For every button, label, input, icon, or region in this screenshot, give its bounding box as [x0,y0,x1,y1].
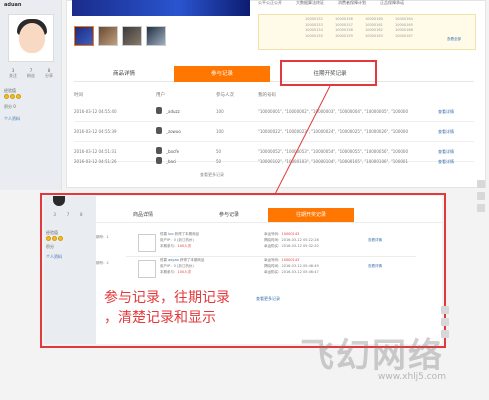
thumbnail-3[interactable] [122,26,142,46]
guarantee-link-fair[interactable]: 公平公正公开 [258,0,282,6]
lucky-code: 幸运号码：10000143 [264,232,300,236]
user-icon [156,127,162,134]
stat-following[interactable]: 3 关注 [9,68,17,79]
participation-count: 本期参与：100人次 [160,270,192,274]
highlight-box-past-draws [280,60,377,86]
avatar[interactable] [8,14,54,62]
row-detail-link[interactable]: 查看详情 [438,129,454,135]
annotation-caption: 参与记录，往期记录 ，清楚记录和显示 [104,290,230,326]
row-user[interactable]: _baci [166,159,176,164]
watermark-url: www.xhlj5.com [378,372,446,382]
float-toolbar-top [477,180,485,212]
guarantee-link-algorithm[interactable]: 大数据算法终证 [296,0,324,6]
col-codes: 我的号码 [258,93,276,98]
back-to-top-icon[interactable] [477,204,485,212]
username[interactable]: aduan [4,2,21,8]
watermark-text: 飞幻网络 [300,336,444,376]
draw-record: 期号：2 恒喜 aoyao 获得了本期商品 用户IP：0 (浙江杭州) 本期参与… [96,258,442,280]
detail-tabs: 商品详情 参与记录 往期开奖记录 [74,66,474,82]
guarantee-link-consumer[interactable]: 消费者保障计划 [338,0,366,6]
col-user: 用户 [156,93,165,98]
thumbnail-1[interactable] [74,26,94,46]
tab-participation-records[interactable]: 参与记录 [174,66,270,82]
row-detail-link[interactable]: 查看详情 [438,109,454,115]
winner-avatar[interactable] [138,260,156,278]
points-label: 积分 0 [4,104,16,109]
record-detail-link[interactable]: 查看详情 [368,264,382,269]
row-detail-link[interactable]: 查看详情 [438,159,454,165]
lucky-number: 10000156 10000157 10000158 10000159 [335,17,353,38]
thumbnail-2[interactable] [98,26,118,46]
zoomed-stats: 378 [53,212,83,217]
profile-stats: 3 关注 7 粉丝 8 分享 [4,68,58,79]
tab-product-detail[interactable]: 商品详情 [96,208,190,222]
participation-count: 本期参与：100人次 [160,244,192,248]
zoomed-points-label: 积分 [46,244,54,249]
tab-past-draws[interactable]: 往期开奖记录 [268,208,354,222]
winner-avatar[interactable] [138,234,156,252]
zoomed-level-coins [46,236,63,241]
chat-icon[interactable] [477,180,485,188]
profile-link[interactable]: 个人资料 [4,116,20,122]
share-icon[interactable] [441,318,449,326]
lucky-number: 10000164 10000165 10000166 10000167 [395,17,413,38]
table-row: 2016-03-12 04:55:39 _zowuo 100 "10000022… [74,122,474,142]
chat-icon[interactable] [441,306,449,314]
product-banner [72,0,250,16]
row-user[interactable]: _aduzz [166,109,180,114]
record-detail-link[interactable]: 查看详情 [368,238,382,243]
stat-followers[interactable]: 7 粉丝 [27,68,35,79]
view-more-records[interactable]: 查看更多记录 [200,172,224,178]
zoomed-avatar[interactable] [50,196,68,208]
lucky-numbers-box: 10000152 10000153 10000154 10000155 1000015… [258,14,476,50]
guarantee-links: 公平公正公开 大数据算法终证 消费者保障计划 正品保障承诺 [258,0,478,6]
lucky-code: 幸运号码：10000143 [264,258,300,262]
tab-participation-records[interactable]: 参与记录 [190,208,268,222]
tab-product-detail[interactable]: 商品详情 [74,66,174,82]
zoomed-profile-link[interactable]: 个人资料 [46,254,62,260]
level-coins [4,94,21,99]
winner-line: 恒喜 luo 获得了本期商品 [160,232,200,236]
row-user[interactable]: _zowuo [166,129,181,134]
lucky-number: 10000152 10000153 10000154 10000155 [305,17,323,38]
thumbnail-4[interactable] [146,26,166,46]
col-count: 参与人次 [216,93,234,98]
lucky-number: 10000160 10000161 10000162 10000163 [365,17,383,38]
user-icon [156,157,162,164]
table-row: 2016-03-12 04:51:26 _baci 50 "10000102",… [74,157,454,165]
col-time: 时间 [74,93,83,98]
draw-record: 期号：1 恒喜 luo 获得了本期商品 用户IP：0 (浙江杭州) 本期参与：1… [96,232,442,254]
stat-shares[interactable]: 8 分享 [45,68,53,79]
user-icon [156,107,162,114]
share-icon[interactable] [477,192,485,200]
zoomed-sidebar [44,196,96,344]
table-row: 2016-03-12 04:55:40 _aduzz 100 "10000001… [74,102,474,122]
guarantee-link-genuine[interactable]: 正品保障承诺 [380,0,404,6]
view-all-link[interactable]: 查看全部 [447,37,461,43]
winner-line: 恒喜 aoyao 获得了本期商品 [160,258,205,262]
